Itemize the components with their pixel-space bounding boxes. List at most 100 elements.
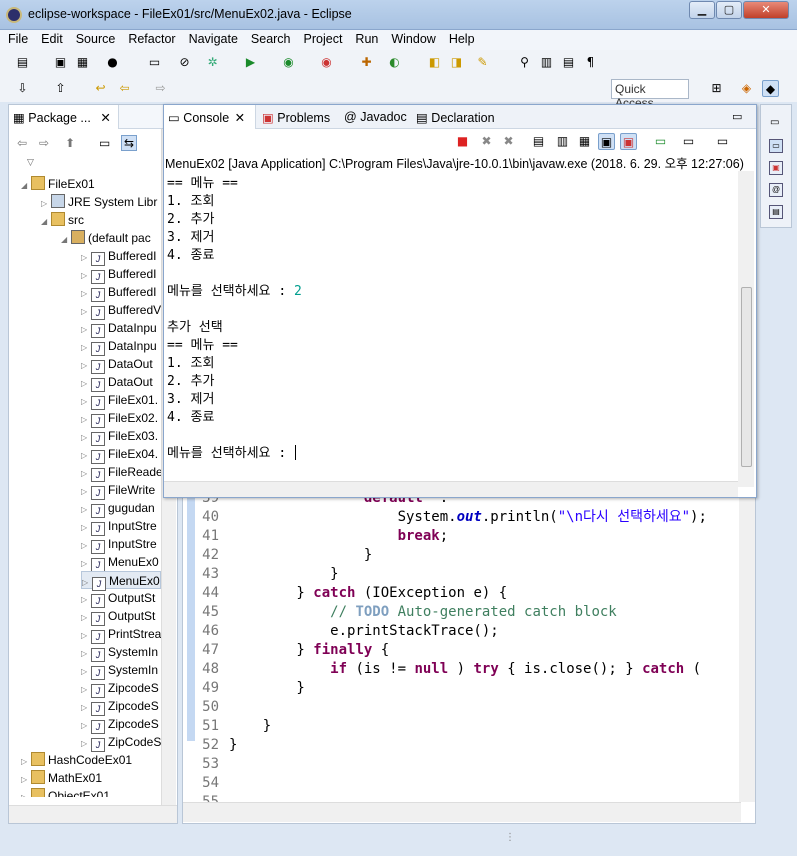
mark-occurrences-icon[interactable]: ▥ — [538, 54, 555, 71]
tree-item[interactable]: ▷ J FileEx03. — [81, 427, 158, 446]
new-icon[interactable]: ▤ — [14, 54, 31, 71]
open-type-icon[interactable]: ◧ — [426, 54, 443, 71]
tree-expander-icon[interactable]: ▷ — [21, 789, 31, 797]
tab-problems[interactable]: ▣ Problems — [258, 105, 334, 129]
minimize-view-icon[interactable]: ▭ — [732, 110, 742, 123]
collapse-all-icon[interactable]: ▭ — [99, 136, 110, 150]
open-perspective-icon[interactable]: ⊞ — [708, 80, 725, 97]
menu-source[interactable]: Source — [68, 30, 121, 46]
quick-access-input[interactable]: Quick Access — [611, 79, 689, 110]
minimize-button[interactable]: ▁ — [689, 1, 715, 19]
maximize-button[interactable]: ▢ — [716, 1, 742, 19]
pin-console-icon[interactable]: ▭ — [652, 133, 669, 150]
next-annotation-icon[interactable]: ⇩ — [14, 80, 31, 97]
trim-problems-icon[interactable]: ▣ — [769, 161, 783, 175]
word-wrap-icon[interactable]: ▦ — [576, 133, 593, 150]
tab-package-explorer[interactable]: ▦ Package ... ✕ — [9, 105, 119, 129]
menu-project[interactable]: Project — [296, 30, 348, 46]
explorer-nav-back-icon[interactable]: ⇦ — [17, 136, 27, 150]
tree-item[interactable]: ▷ J ZipcodeS — [81, 697, 159, 716]
remove-launch-icon[interactable]: ✖ — [478, 133, 495, 150]
tree-item[interactable]: ▷ J DataOut — [81, 355, 153, 374]
tree-item[interactable]: ▷ J FileEx01. — [81, 391, 158, 410]
tree-item[interactable]: ▷ J InputStre — [81, 517, 157, 536]
block-selection-icon[interactable]: ▤ — [560, 54, 577, 71]
package-explorer-horizontal-scrollbar[interactable] — [9, 805, 177, 823]
previous-annotation-icon[interactable]: ⇧ — [52, 80, 69, 97]
open-folder-icon[interactable]: ◨ — [448, 54, 465, 71]
terminal-icon[interactable]: ▭ — [146, 54, 163, 71]
editor-horizontal-scrollbar[interactable] — [183, 802, 741, 822]
save-all-icon[interactable]: ▦ — [74, 54, 91, 71]
skip-breakpoints-icon[interactable]: ⊘ — [176, 54, 193, 71]
tree-item[interactable]: ▷ J MenuEx0 — [81, 571, 161, 591]
show-whitespace-icon[interactable]: ¶ — [582, 54, 599, 71]
tree-item[interactable]: ▷ J DataInpu — [81, 337, 157, 356]
menu-edit[interactable]: Edit — [33, 30, 68, 46]
debug-icon[interactable]: ✲ — [204, 54, 221, 71]
menu-run[interactable]: Run — [347, 30, 383, 46]
tree-item[interactable]: ◢ src — [41, 211, 84, 229]
java-editor[interactable]: 39 default :40 System.out.println("\n다시 … — [182, 496, 756, 824]
menu-search[interactable]: Search — [243, 30, 296, 46]
last-edit-location-icon[interactable]: ↩ — [92, 80, 109, 97]
console-output[interactable]: == 메뉴 == 1. 조회 2. 추가 3. 제거 4. 종료 메뉴를 선택하세요 : … — [164, 171, 738, 487]
link-with-editor-icon[interactable]: ⇆ — [121, 135, 138, 151]
tree-item[interactable]: ▷ J FileEx02. — [81, 409, 158, 428]
view-menu-icon[interactable]: ▽ — [27, 157, 34, 168]
tree-item[interactable]: ◢ FileEx01 — [21, 175, 95, 193]
tree-item[interactable]: ▷ Jgugudan — [81, 499, 155, 518]
tree-item[interactable]: ▷ ObjectEx01 — [21, 787, 110, 797]
pin-icon[interactable]: ⚲ — [516, 54, 533, 71]
new-class-icon[interactable]: ◐ — [386, 54, 403, 71]
close-tab-icon[interactable]: ✕ — [100, 110, 110, 125]
menu-help[interactable]: Help — [441, 30, 480, 46]
tree-item[interactable]: ◢ (default pac — [61, 229, 151, 247]
tree-item[interactable]: ▷ J SystemIn — [81, 661, 158, 680]
tree-item[interactable]: ▷ J InputStre — [81, 535, 157, 554]
java-perspective-icon[interactable]: ◆ — [762, 80, 779, 97]
display-selected-console-icon[interactable]: ▭ — [680, 133, 697, 150]
save-icon[interactable]: ▣ — [52, 54, 69, 71]
run-icon[interactable]: ▶ — [242, 54, 259, 71]
terminate-icon[interactable]: ■ — [454, 133, 471, 150]
coverage-icon[interactable]: ◉ — [280, 54, 297, 71]
java-ee-perspective-icon[interactable]: ◈ — [738, 80, 755, 97]
tree-item[interactable]: ▷ J BufferedV — [81, 301, 161, 320]
tree-item[interactable]: ▷ JRE System Libr — [41, 193, 157, 211]
search-icon[interactable]: ✎ — [474, 54, 491, 71]
tab-console[interactable]: ▭ Console ✕ — [164, 105, 256, 129]
close-console-tab-icon[interactable]: ✕ — [235, 110, 245, 125]
explorer-nav-forward-icon[interactable]: ⇨ — [39, 136, 49, 150]
tree-item[interactable]: ▷ J FileEx04. — [81, 445, 158, 464]
trim-declaration-icon[interactable]: ▤ — [769, 205, 783, 219]
tree-item[interactable]: ▷ J DataOut — [81, 373, 153, 392]
console-horizontal-scrollbar[interactable] — [164, 481, 738, 497]
forward-icon[interactable]: ⇨ — [152, 80, 169, 97]
tree-item[interactable]: ▷ J MenuEx0 — [81, 553, 159, 572]
explorer-up-icon[interactable]: ⬆ — [65, 136, 75, 150]
menu-navigate[interactable]: Navigate — [181, 30, 243, 46]
tree-item[interactable]: ▷ J ZipCodeS — [81, 733, 161, 752]
external-tools-icon[interactable]: ◉ — [318, 54, 335, 71]
remove-all-terminated-icon[interactable]: ✖ — [500, 133, 517, 150]
show-console-on-error-icon[interactable]: ▣ — [620, 133, 637, 150]
close-button[interactable]: ✕ — [743, 1, 789, 19]
tree-item[interactable]: ▷ J BufferedI — [81, 247, 156, 266]
user-icon[interactable]: ● — [104, 54, 121, 71]
tree-expander-icon[interactable]: ◢ — [21, 177, 31, 195]
tree-item[interactable]: ▷ J OutputSt — [81, 607, 155, 626]
tree-expander-icon[interactable]: ◢ — [61, 231, 71, 249]
tree-item[interactable]: ▷ J FileReade — [81, 463, 163, 482]
restore-icon[interactable]: ▭ — [770, 117, 779, 128]
show-console-on-output-icon[interactable]: ▣ — [598, 133, 615, 150]
tree-item[interactable]: ▷ HashCodeEx01 — [21, 751, 132, 769]
menu-file[interactable]: File — [0, 30, 33, 46]
tree-item[interactable]: ▷ J ZipcodeS — [81, 679, 159, 698]
menu-window[interactable]: Window — [383, 30, 440, 46]
editor-vertical-scrollbar[interactable] — [739, 497, 755, 802]
trim-javadoc-icon[interactable]: @ — [769, 183, 783, 197]
scroll-lock-icon[interactable]: ▥ — [554, 133, 571, 150]
tab-javadoc[interactable]: @ Javadoc — [340, 105, 411, 129]
console-scroll-thumb[interactable] — [741, 287, 752, 467]
